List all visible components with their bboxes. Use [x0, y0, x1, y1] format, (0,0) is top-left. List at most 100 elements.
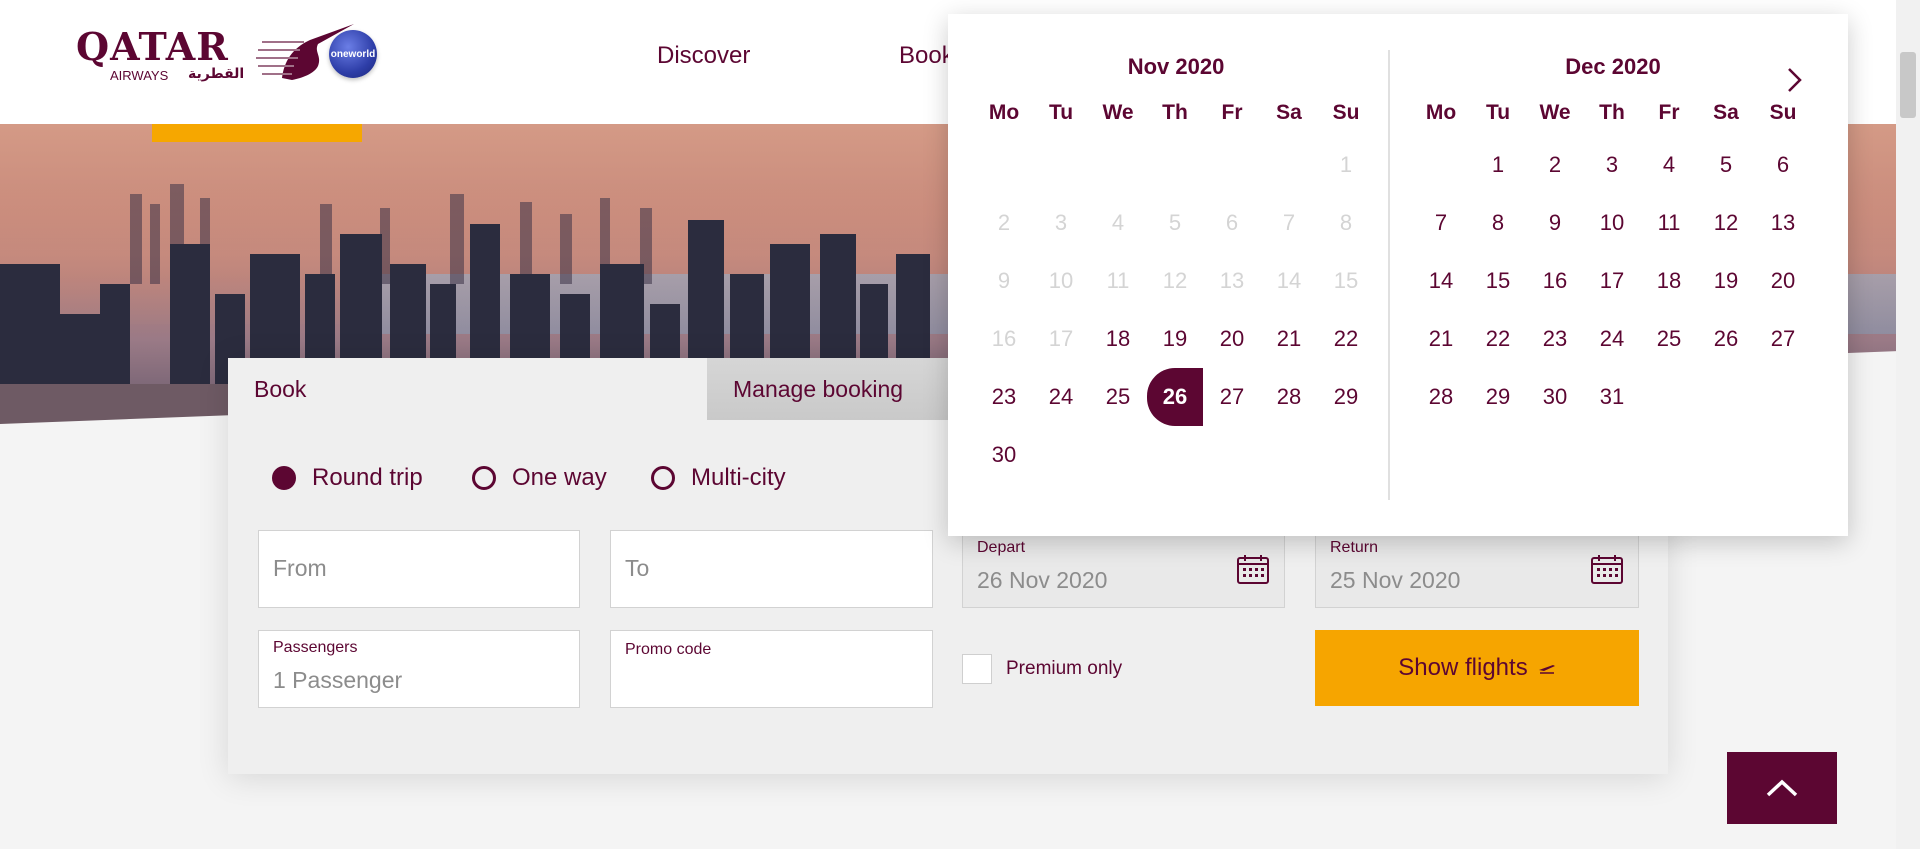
calendar-day[interactable]: 6: [1755, 136, 1811, 194]
calendar-day[interactable]: 13: [1755, 194, 1811, 252]
radio-round-trip[interactable]: Round trip: [272, 464, 423, 492]
calendar-day[interactable]: 29: [1318, 368, 1374, 426]
calendar-day: 2: [997, 210, 1011, 235]
calendar-day[interactable]: 23: [1527, 310, 1583, 368]
page-scrollbar[interactable]: [1896, 0, 1920, 849]
weekday-label: Mo: [1425, 101, 1457, 124]
nav-book[interactable]: Book: [899, 42, 954, 70]
calendar-day: 4: [1111, 210, 1125, 235]
calendar-day[interactable]: 19: [1147, 310, 1203, 368]
oneworld-logo[interactable]: oneworld: [329, 30, 377, 78]
calendar-day[interactable]: 28: [1413, 368, 1469, 426]
passengers-field[interactable]: Passengers 1 Passenger: [258, 630, 580, 708]
calendar-day[interactable]: 31: [1584, 368, 1640, 426]
calendar-day[interactable]: 23: [976, 368, 1032, 426]
chevron-right-icon[interactable]: [1780, 64, 1808, 96]
calendar-day: 14: [1276, 268, 1302, 293]
calendar-day[interactable]: 8: [1470, 194, 1526, 252]
date-picker-popup: Nov 2020 Mo Tu We Th Fr Sa Su 1234567891…: [948, 14, 1848, 536]
calendar-day[interactable]: 17: [1584, 252, 1640, 310]
calendar-day[interactable]: 29: [1470, 368, 1526, 426]
calendar-day[interactable]: 12: [1698, 194, 1754, 252]
calendar-day[interactable]: 24: [1584, 310, 1640, 368]
calendar-day[interactable]: 3: [1584, 136, 1640, 194]
calendar-day: 1: [1339, 152, 1353, 177]
calendar-day[interactable]: 30: [976, 426, 1032, 484]
radio-multi-city[interactable]: Multi-city: [651, 464, 786, 492]
calendar-day[interactable]: 7: [1413, 194, 1469, 252]
calendar-day: 17: [1048, 326, 1074, 351]
weekday-label: We: [1539, 101, 1571, 124]
from-field[interactable]: From: [258, 530, 580, 608]
calendar-day: 13: [1219, 268, 1245, 293]
month-title: Dec 2020: [1565, 54, 1661, 79]
calendar-day[interactable]: 1: [1470, 136, 1526, 194]
calendar-day[interactable]: 14: [1413, 252, 1469, 310]
calendar-day[interactable]: 5: [1698, 136, 1754, 194]
depart-label: Depart: [977, 539, 1026, 556]
nav-discover[interactable]: Discover: [657, 42, 750, 70]
radio-label: Multi-city: [691, 464, 786, 491]
return-date-field[interactable]: Return 25 Nov 2020: [1315, 530, 1639, 608]
calendar-day[interactable]: 22: [1470, 310, 1526, 368]
weekday-label: Tu: [1048, 101, 1074, 124]
weekday-label: Mo: [988, 101, 1020, 124]
calendar-day[interactable]: 19: [1698, 252, 1754, 310]
calendar-day[interactable]: 27: [1755, 310, 1811, 368]
radio-dot[interactable]: [651, 466, 675, 490]
calendar-day[interactable]: 24: [1033, 368, 1089, 426]
scrollbar-thumb[interactable]: [1900, 52, 1916, 118]
weekday-label: We: [1102, 101, 1134, 124]
calendar-day: 10: [1048, 268, 1074, 293]
logo-subtext: AIRWAYS: [110, 68, 169, 83]
promo-code-field[interactable]: Promo code: [610, 630, 933, 708]
tab-book[interactable]: Book: [228, 358, 707, 420]
calendar-day[interactable]: 21: [1261, 310, 1317, 368]
calendar-day[interactable]: 18: [1090, 310, 1146, 368]
back-to-top-button[interactable]: [1727, 752, 1837, 824]
calendar-day[interactable]: 2: [1527, 136, 1583, 194]
calendar-day[interactable]: 9: [1527, 194, 1583, 252]
premium-only-option[interactable]: Premium only: [962, 654, 1122, 684]
calendar-day[interactable]: 28: [1261, 368, 1317, 426]
chevron-up-icon: [1766, 779, 1798, 797]
radio-label: One way: [512, 464, 607, 491]
radio-dot[interactable]: [472, 466, 496, 490]
calendar-day-selected[interactable]: 26: [1147, 368, 1203, 426]
premium-only-label: Premium only: [1006, 658, 1123, 679]
calendar-day[interactable]: 15: [1470, 252, 1526, 310]
calendar-day: 16: [991, 326, 1017, 351]
calendar-day[interactable]: 22: [1318, 310, 1374, 368]
calendar-day[interactable]: 4: [1641, 136, 1697, 194]
calendar-icon[interactable]: [1236, 553, 1270, 585]
calendar-day[interactable]: 25: [1090, 368, 1146, 426]
calendar-day[interactable]: 16: [1527, 252, 1583, 310]
show-flights-button[interactable]: Show flights: [1315, 630, 1639, 706]
radio-one-way[interactable]: One way: [472, 464, 607, 492]
calendar-day[interactable]: 20: [1755, 252, 1811, 310]
weekday-label: Su: [1769, 101, 1797, 124]
calendar-day[interactable]: 18: [1641, 252, 1697, 310]
calendar-day[interactable]: 25: [1641, 310, 1697, 368]
weekday-label: Fr: [1221, 101, 1243, 124]
calendar-day: 5: [1168, 210, 1182, 235]
qatar-airways-logo[interactable]: QATAR AIRWAYS القطرية: [76, 22, 354, 84]
radio-dot-selected[interactable]: [272, 466, 296, 490]
calendar-day: 12: [1162, 268, 1188, 293]
calendar-day[interactable]: 11: [1641, 194, 1697, 252]
depart-date-field[interactable]: Depart 26 Nov 2020: [962, 530, 1285, 608]
show-flights-label: Show flights: [1398, 654, 1528, 681]
return-label: Return: [1330, 539, 1379, 556]
weekday-label: Fr: [1658, 101, 1680, 124]
to-field[interactable]: To: [610, 530, 933, 608]
premium-only-checkbox[interactable]: [962, 654, 992, 684]
calendar-day[interactable]: 10: [1584, 194, 1640, 252]
from-placeholder: From: [273, 555, 327, 581]
calendar-day[interactable]: 21: [1413, 310, 1469, 368]
weekday-label: Th: [1162, 101, 1188, 124]
calendar-icon[interactable]: [1590, 553, 1624, 585]
calendar-day[interactable]: 26: [1698, 310, 1754, 368]
calendar-day[interactable]: 27: [1204, 368, 1260, 426]
calendar-day[interactable]: 30: [1527, 368, 1583, 426]
calendar-day[interactable]: 20: [1204, 310, 1260, 368]
